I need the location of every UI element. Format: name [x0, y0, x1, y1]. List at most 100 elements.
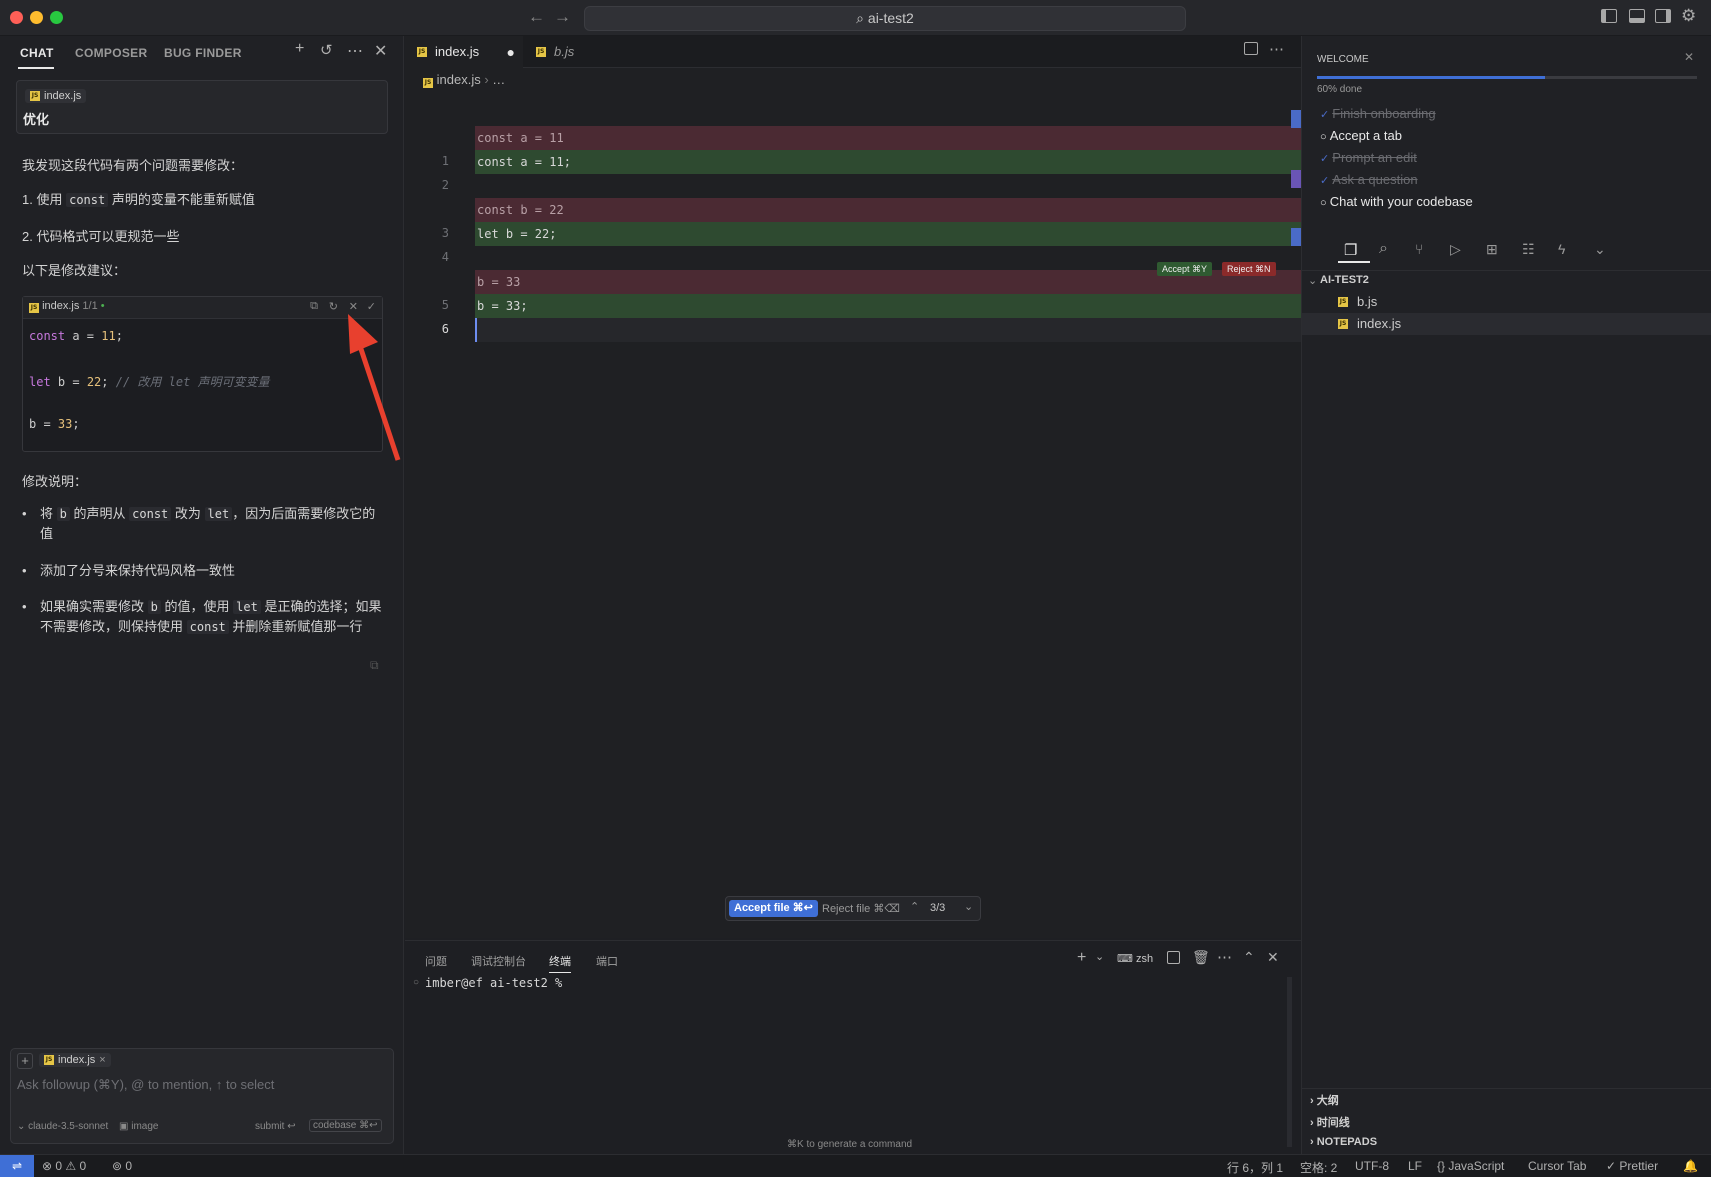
reject-file-button[interactable]: Reject file ⌘⌫	[822, 902, 900, 915]
added-line[interactable]: const a = 11;	[475, 150, 1301, 174]
more-actions-icon[interactable]: ⋯	[1269, 40, 1284, 58]
indentation[interactable]: 空格: 2	[1300, 1159, 1337, 1176]
new-chat-icon[interactable]: +	[295, 40, 304, 58]
tree-file-b-js[interactable]: JS b.js	[1302, 291, 1711, 313]
tab-composer[interactable]: COMPOSER	[75, 46, 147, 60]
toggle-primary-sidebar-icon[interactable]	[1601, 9, 1617, 23]
split-terminal-icon[interactable]	[1167, 951, 1180, 964]
remove-chip-icon[interactable]: ×	[99, 1054, 105, 1066]
search-icon[interactable]: ⌕	[1379, 240, 1388, 258]
submit-button[interactable]: submit ↩	[255, 1121, 296, 1132]
checklist-item[interactable]: ○ Accept a tab	[1320, 128, 1402, 143]
deleted-line[interactable]: const a = 11	[475, 126, 1301, 150]
database-icon[interactable]: ☷	[1522, 241, 1535, 258]
chevron-down-icon[interactable]: ⌄	[964, 900, 973, 913]
more-options-icon[interactable]: ⋯	[347, 41, 363, 61]
section-timeline[interactable]: › 时间线	[1310, 1114, 1350, 1130]
codebase-button[interactable]: codebase ⌘↩	[309, 1119, 382, 1132]
progress-track	[1317, 76, 1697, 79]
prettier-status[interactable]: ✓ Prettier	[1606, 1159, 1658, 1173]
add-context-icon[interactable]: +	[17, 1053, 33, 1069]
more-options-icon[interactable]: ⋯	[1217, 948, 1232, 966]
line-number: 1	[441, 154, 449, 168]
checklist-item[interactable]: ✓ Ask a question	[1320, 172, 1418, 187]
close-window-button[interactable]	[10, 11, 23, 24]
chevron-up-icon[interactable]: ⌃	[910, 900, 919, 913]
close-icon[interactable]: ✕	[374, 41, 387, 61]
tab-ports[interactable]: 端口	[596, 953, 618, 969]
tab-chat[interactable]: CHAT	[20, 46, 54, 60]
code-line[interactable]	[475, 174, 1301, 198]
extensions-icon[interactable]: ⊞	[1486, 241, 1498, 258]
split-editor-icon[interactable]	[1244, 42, 1258, 55]
chevron-down-icon[interactable]: ⌄	[1095, 950, 1104, 963]
tab-debug-console[interactable]: 调试控制台	[471, 953, 526, 969]
new-terminal-icon[interactable]: +	[1077, 949, 1086, 967]
maximize-window-button[interactable]	[50, 11, 63, 24]
image-button[interactable]: ▣ image	[119, 1121, 158, 1132]
checklist-item[interactable]: ✓ Prompt an edit	[1320, 150, 1417, 165]
ports-indicator[interactable]: ⊚ 0	[112, 1159, 132, 1173]
added-line[interactable]: b = 33;	[475, 294, 1301, 318]
trash-icon[interactable]: 🗑	[1192, 949, 1210, 966]
tab-problems[interactable]: 问题	[425, 953, 447, 969]
check-icon: ✓	[1320, 153, 1333, 165]
deleted-line[interactable]: const b = 22	[475, 198, 1301, 222]
checklist-item[interactable]: ✓ Finish onboarding	[1320, 106, 1436, 121]
cursor-position[interactable]: 行 6，列 1	[1227, 1159, 1283, 1176]
bell-icon[interactable]: 🔔	[1683, 1159, 1698, 1173]
source-control-icon[interactable]: ⑂	[1415, 241, 1423, 257]
context-file-chip[interactable]: JS index.js	[25, 89, 87, 103]
terminal-icon: ⌨	[1117, 953, 1136, 965]
tab-index-js[interactable]: JS index.js ●	[405, 36, 523, 68]
forward-arrow-icon[interactable]: →	[554, 7, 571, 27]
accept-change-button[interactable]: Accept ⌘Y	[1157, 262, 1213, 276]
tab-b-js[interactable]: JS b.js	[524, 36, 636, 68]
lightning-icon[interactable]: ϟ	[1558, 241, 1565, 257]
copy-response-icon[interactable]: ⧉	[370, 658, 379, 673]
copy-icon[interactable]: ⧉	[310, 300, 318, 313]
toggle-secondary-sidebar-icon[interactable]	[1655, 9, 1671, 23]
collapsed-sections: › 大纲 › 时间线 › NOTEPADS	[1302, 1088, 1711, 1154]
terminal-prompt[interactable]: imber@ef ai-test2 %	[425, 976, 562, 990]
encoding[interactable]: UTF-8	[1355, 1159, 1389, 1173]
toggle-panel-icon[interactable]	[1629, 9, 1645, 23]
model-selector[interactable]: ⌄ claude-3.5-sonnet	[17, 1121, 108, 1132]
user-message[interactable]: JS index.js 优化	[16, 80, 388, 134]
tab-terminal[interactable]: 终端	[549, 953, 571, 973]
reapply-icon[interactable]: ↻	[329, 300, 338, 313]
explorer-root[interactable]: AI-TEST2	[1320, 274, 1369, 286]
line-ending[interactable]: LF	[1408, 1159, 1422, 1173]
unsaved-dot-icon[interactable]: ●	[507, 36, 515, 68]
close-icon[interactable]: ✕	[1684, 50, 1694, 64]
code-line[interactable]	[475, 318, 1301, 342]
chat-input-placeholder[interactable]: Ask followup (⌘Y), @ to mention, ↑ to se…	[17, 1077, 274, 1093]
accept-file-button[interactable]: Accept file ⌘↩	[729, 900, 818, 917]
remote-icon[interactable]: ⇌	[0, 1155, 34, 1177]
added-line[interactable]: let b = 22;	[475, 222, 1301, 246]
run-debug-icon[interactable]: ▷	[1450, 241, 1461, 258]
tree-file-index-js[interactable]: JS index.js	[1302, 313, 1711, 335]
section-outline[interactable]: › 大纲	[1310, 1092, 1339, 1108]
tab-bug-finder[interactable]: BUG FINDER	[164, 46, 242, 60]
chevron-down-icon[interactable]: ⌄	[1594, 241, 1606, 258]
reject-change-button[interactable]: Reject ⌘N	[1222, 262, 1276, 276]
explorer-icon[interactable]: ❐	[1344, 241, 1357, 259]
minimize-window-button[interactable]	[30, 11, 43, 24]
history-icon[interactable]: ↺	[320, 41, 333, 59]
terminal-shell-selector[interactable]: ⌨ zsh	[1117, 952, 1153, 965]
section-notepads[interactable]: › NOTEPADS	[1310, 1136, 1377, 1148]
checklist-item[interactable]: ○ Chat with your codebase	[1320, 194, 1473, 209]
cursor-tab-status[interactable]: Cursor Tab	[1528, 1159, 1586, 1173]
chat-input-box[interactable]: + JS index.js × Ask followup (⌘Y), @ to me…	[10, 1048, 394, 1144]
chevron-down-icon[interactable]: ⌄	[1308, 274, 1317, 287]
close-panel-icon[interactable]: ✕	[1267, 949, 1279, 966]
command-center-search[interactable]: ⌕ ai-test2	[584, 6, 1186, 31]
problems-indicator[interactable]: ⊗ 0 ⚠ 0	[42, 1159, 86, 1173]
gear-icon[interactable]: ⚙	[1681, 6, 1696, 26]
input-file-chip[interactable]: JS index.js ×	[39, 1053, 111, 1067]
maximize-panel-icon[interactable]: ⌃	[1243, 949, 1255, 966]
back-arrow-icon[interactable]: ←	[528, 7, 545, 27]
scrollbar[interactable]	[1287, 977, 1292, 1147]
language-mode[interactable]: {} JavaScript	[1437, 1159, 1504, 1173]
